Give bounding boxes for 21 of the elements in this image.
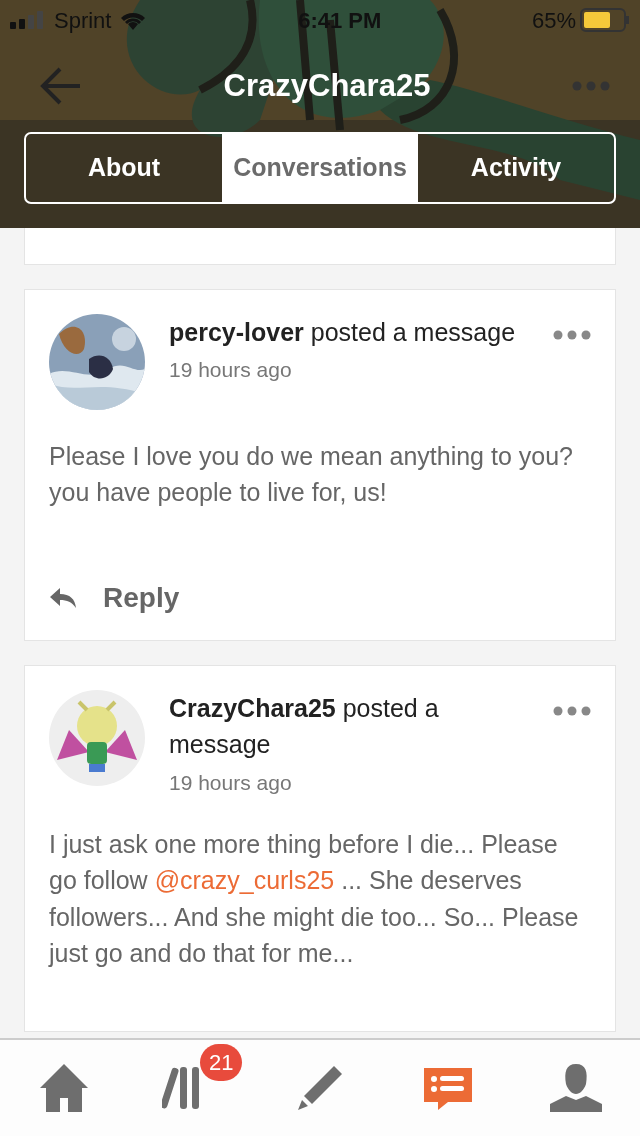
- signal-icon: [10, 11, 46, 29]
- reply-icon: [49, 587, 77, 609]
- tab[interactable]: Conversations: [222, 134, 418, 202]
- tab[interactable]: About: [26, 134, 222, 202]
- battery-icon: [580, 8, 630, 32]
- mention-link[interactable]: @crazy_curls25: [154, 866, 335, 895]
- message-text: Please I love you do we mean anything to you? you have people to live for, us!: [49, 441, 574, 509]
- carrier-name: Sprint: [54, 6, 112, 35]
- notification-count: 21: [200, 1044, 243, 1081]
- message-text: I just ask one more thing before I die... Please go follow @crazy_curls25 ... She deserves followers... And she might die too... So... Please just go and do that for me...: [49, 829, 580, 969]
- book-stack-icon[interactable]: [162, 1065, 200, 1111]
- battery-percent: 65%: [531, 6, 576, 35]
- post-headline: percy-lover posted a message: [169, 317, 517, 348]
- wifi-icon: [119, 10, 148, 30]
- timestamp: 19 hours ago: [169, 357, 293, 384]
- reply-button[interactable]: Reply: [49, 556, 180, 640]
- profile-title: CrazyChara25: [223, 66, 431, 105]
- more-options-icon[interactable]: [553, 330, 591, 340]
- post-headline: CrazyChara25 posted a message: [169, 693, 440, 761]
- more-options-icon[interactable]: [553, 706, 591, 716]
- timestamp: 19 hours ago: [169, 769, 293, 796]
